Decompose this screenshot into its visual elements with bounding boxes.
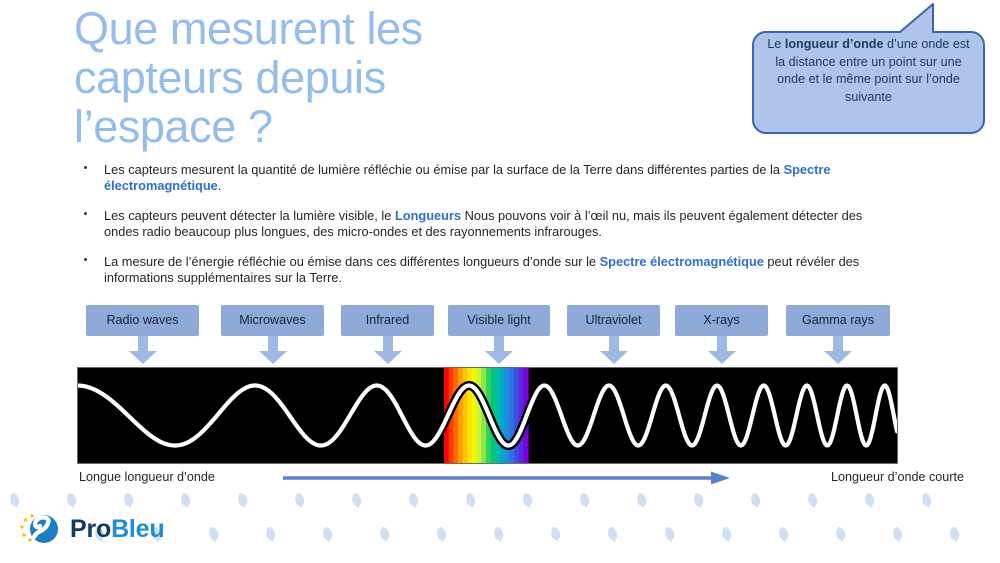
spectrum-band-label: Microwaves [221,305,324,336]
droplet-icon [834,526,847,541]
droplet-icon [749,492,762,507]
spectrum-band-ultraviolet[interactable]: Ultraviolet [567,305,660,364]
droplet-icon [293,492,306,507]
spectrum-band-label: Ultraviolet [567,305,660,336]
spectrum-band-down-arrow-icon [599,336,628,364]
spectrum-band-down-arrow-icon [373,336,402,364]
page-title: Que mesurent les capteurs depuis l’espace … [74,4,574,151]
spectrum-band-label: Visible light [448,305,550,336]
droplet-icon [692,492,705,507]
droplet-icon [606,526,619,541]
bullet-item: Les capteurs peuvent détecter la lumière… [80,208,870,241]
brand-name-bleu: Bleu [111,514,165,543]
droplet-icon [891,526,904,541]
droplet-icon [179,492,192,507]
droplet-icon [777,526,790,541]
page-title-line-2: l’espace ? [74,101,273,152]
brand-name: ProBleu [70,514,165,544]
spectrum-band-down-arrow-icon [128,336,157,364]
droplet-icon [663,526,676,541]
droplet-icon [464,492,477,507]
bullet-marker-icon [84,257,87,261]
rainbow-stripe [458,368,464,463]
bullet-text-run: . [217,178,222,194]
droplet-icon [8,492,21,507]
bullet-list: Les capteurs mesurent la quantité de lum… [80,162,870,299]
page-title-line-0: Que mesurent les [74,3,423,54]
droplet-icon [578,492,591,507]
bullet-item: Les capteurs mesurent la quantité de lum… [80,162,870,195]
spectrum-band-label: Gamma rays [786,305,890,336]
spectrum-band-label: X-rays [675,305,768,336]
rainbow-stripe [495,368,501,463]
droplet-icon [65,492,78,507]
droplet-icon [350,492,363,507]
bullet-text: La mesure de l’énergie réfléchie ou émis… [104,254,870,287]
bullet-text-run: La mesure de l’énergie réfléchie ou émis… [104,253,600,269]
bullet-text: Les capteurs peuvent détecter la lumière… [104,208,870,241]
droplet-icon [948,526,961,541]
droplet-icon [549,526,562,541]
spectrum-band-label: Infrared [341,305,434,336]
spectrum-band-label: Radio waves [86,305,199,336]
spectrum-band-infrared[interactable]: Infrared [341,305,434,364]
spectrum-band-visible-light[interactable]: Visible light [448,305,550,364]
bullet-highlight-term: Spectre électromagnétique [599,253,764,269]
brand-logo: ProBleu [18,508,165,550]
bullet-text: Les capteurs mesurent la quantité de lum… [104,162,870,195]
bullet-item: La mesure de l’énergie réfléchie ou émis… [80,254,870,287]
spectrum-band-x-rays[interactable]: X-rays [675,305,768,364]
rainbow-stripe [476,368,482,463]
spectrum-panel [77,367,898,464]
callout-text: Le longueur d’onde d’une onde est la dis… [767,37,970,104]
droplet-icon [236,492,249,507]
wavelength-callout: Le longueur d’onde d’une onde est la dis… [752,2,985,136]
spectrum-band-down-arrow-icon [485,336,513,364]
brand-name-pro: Pro [70,514,112,543]
droplet-icon [264,526,277,541]
bullet-highlight-term: Longueurs [394,207,462,223]
rainbow-stripe [453,368,459,463]
axis-label-short-wavelength: Longueur d’onde courte [830,470,964,484]
droplet-icon [492,526,505,541]
rainbow-stripe [514,368,520,463]
droplet-icon [207,526,220,541]
droplet-icon [378,526,391,541]
droplet-icon [321,526,334,541]
page-title-line-1: capteurs depuis [74,52,386,103]
callout-bold-term: longueur d’onde [784,37,884,51]
bullet-marker-icon [84,166,87,169]
droplet-icon [635,492,648,507]
spectrum-label-row: Radio waves Microwaves Infrared Visible lig… [77,305,899,367]
droplet-icon [720,526,733,541]
droplet-icon [435,526,448,541]
spectrum-band-down-arrow-icon [824,336,852,364]
droplet-icon [863,492,876,507]
droplet-icon [122,492,135,507]
bullet-marker-icon [84,211,87,215]
spectrum-band-microwaves[interactable]: Microwaves [221,305,324,364]
spectrum-wave-graphic [78,368,897,463]
bullet-text-run: Les capteurs mesurent la quantité de lum… [104,162,784,177]
spectrum-band-down-arrow-icon [258,336,287,364]
spectrum-band-radio-waves[interactable]: Radio waves [86,305,199,364]
spectrum-band-down-arrow-icon [707,336,736,364]
spectrum-band-gamma-rays[interactable]: Gamma rays [786,305,890,364]
droplet-icon [407,492,420,507]
axis-label-long-wavelength: Longue longueur d’onde [79,470,215,484]
probleu-globe-icon [20,514,58,543]
droplet-icon [806,492,819,507]
slide-root: Que mesurent les capteurs depuis l’espace … [0,0,1000,563]
bullet-text-run: Les capteurs peuvent détecter la lumière… [104,207,395,223]
droplet-icon [521,492,534,507]
wavelength-direction-arrow [283,471,730,485]
droplet-icon [920,492,933,507]
